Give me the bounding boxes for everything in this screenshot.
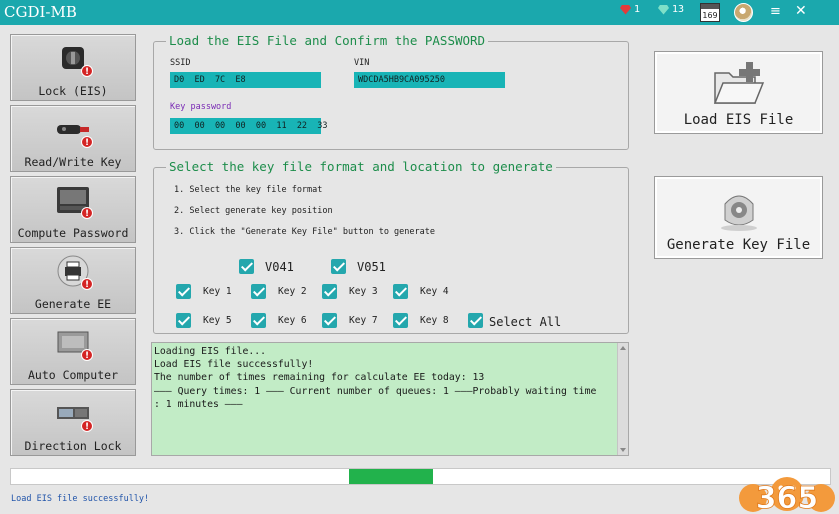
sidebar-item-read-write-key[interactable]: ! Read/Write Key bbox=[10, 105, 136, 172]
step-1: 1. Select the key file format bbox=[174, 185, 323, 195]
ruby-icon bbox=[620, 4, 631, 15]
checkbox-v051[interactable] bbox=[331, 259, 346, 274]
checkbox-key-7[interactable] bbox=[322, 313, 337, 328]
scroll-down-icon[interactable] bbox=[620, 448, 626, 452]
vin-label: VIN bbox=[354, 58, 370, 68]
checkbox-label: Key 8 bbox=[420, 315, 449, 326]
gem-count: 13 bbox=[672, 4, 685, 15]
checkbox-label: Key 2 bbox=[278, 286, 307, 297]
sidebar-item-auto-computer[interactable]: ! Auto Computer bbox=[10, 318, 136, 385]
checkbox-label: Key 6 bbox=[278, 315, 307, 326]
step-2: 2. Select generate key position bbox=[174, 206, 333, 216]
sidebar-item-lock-eis[interactable]: ! Lock (EIS) bbox=[10, 34, 136, 101]
warning-badge: ! bbox=[81, 136, 93, 148]
checkbox-v041[interactable] bbox=[239, 259, 254, 274]
folder-add-icon bbox=[713, 62, 765, 104]
sidebar-item-generate-ee[interactable]: ! Generate EE bbox=[10, 247, 136, 314]
sidebar-item-compute-password[interactable]: ! Compute Password bbox=[10, 176, 136, 243]
status-text: Load EIS file successfully! bbox=[11, 494, 150, 504]
menu-icon[interactable]: ≡ bbox=[770, 4, 781, 19]
warning-badge: ! bbox=[81, 278, 93, 290]
checkbox-key-5[interactable] bbox=[176, 313, 191, 328]
ssid-label: SSID bbox=[170, 58, 191, 68]
warning-badge: ! bbox=[81, 65, 93, 77]
load-eis-file-button[interactable]: Load EIS File bbox=[654, 51, 823, 134]
checkbox-key-4[interactable] bbox=[393, 284, 408, 299]
gem-icon bbox=[658, 4, 669, 15]
warning-badge: ! bbox=[81, 349, 93, 361]
keyfile-group-title: Select the key file format and location … bbox=[166, 159, 556, 174]
checkbox-label: Key 4 bbox=[420, 286, 449, 297]
checkbox-label: V041 bbox=[265, 260, 294, 274]
log-text: Loading EIS file... Load EIS file succes… bbox=[154, 346, 597, 410]
sidebar-item-label: Direction Lock bbox=[24, 439, 122, 453]
calendar-day: 169 bbox=[702, 11, 718, 20]
key-password-label: Key password bbox=[170, 102, 232, 112]
load-eis-file-label: Load EIS File bbox=[683, 112, 794, 128]
generate-key-file-button[interactable]: Generate Key File bbox=[654, 176, 823, 259]
log-panel[interactable]: Loading EIS file... Load EIS file succes… bbox=[151, 342, 629, 456]
keyfile-group: Select the key file format and location … bbox=[153, 159, 629, 334]
warning-badge: ! bbox=[81, 207, 93, 219]
365-logo: 365 bbox=[739, 477, 835, 514]
checkbox-key-1[interactable] bbox=[176, 284, 191, 299]
sidebar-item-label: Lock (EIS) bbox=[38, 84, 108, 98]
progress-bar bbox=[10, 468, 831, 485]
eis-group: Load the EIS File and Confirm the PASSWO… bbox=[153, 33, 629, 150]
progress-indicator bbox=[349, 469, 433, 484]
checkbox-label: Key 5 bbox=[203, 315, 232, 326]
checkbox-key-8[interactable] bbox=[393, 313, 408, 328]
ruby-count: 1 bbox=[634, 4, 641, 15]
checkbox-select-all[interactable] bbox=[468, 313, 483, 328]
checkbox-key-3[interactable] bbox=[322, 284, 337, 299]
app-title: CGDI-MB bbox=[4, 3, 77, 21]
checkbox-label: Key 7 bbox=[349, 315, 378, 326]
calendar-icon[interactable]: 169 bbox=[700, 3, 720, 22]
checkbox-label: Key 3 bbox=[349, 286, 378, 297]
scroll-up-icon[interactable] bbox=[620, 346, 626, 350]
ruby-counter: 1 bbox=[620, 4, 640, 15]
checkbox-label: V051 bbox=[357, 260, 386, 274]
ssid-field[interactable]: D0 ED 7C E8 bbox=[170, 72, 321, 88]
step-3: 3. Click the "Generate Key File" button … bbox=[174, 227, 435, 237]
key-file-icon bbox=[721, 195, 757, 231]
sidebar-item-direction-lock[interactable]: ! Direction Lock bbox=[10, 389, 136, 456]
checkbox-label: Key 1 bbox=[203, 286, 232, 297]
key-password-field[interactable]: 00 00 00 00 00 11 22 33 bbox=[170, 118, 328, 134]
sidebar-item-label: Compute Password bbox=[17, 226, 129, 240]
gem-counter: 13 bbox=[658, 4, 684, 15]
generate-key-file-label: Generate Key File bbox=[666, 237, 811, 253]
sidebar-item-label: Generate EE bbox=[34, 297, 112, 311]
vin-field[interactable]: WDCDA5HB9CA095250 bbox=[354, 72, 505, 88]
coin-icon[interactable] bbox=[734, 3, 753, 22]
warning-badge: ! bbox=[81, 420, 93, 432]
log-scrollbar[interactable] bbox=[617, 343, 628, 455]
checkbox-label: Select All bbox=[489, 315, 562, 329]
title-bar: CGDI-MB 1 13 169 ≡ ✕ bbox=[0, 0, 839, 25]
checkbox-key-6[interactable] bbox=[251, 313, 266, 328]
close-icon[interactable]: ✕ bbox=[795, 3, 807, 19]
eis-group-title: Load the EIS File and Confirm the PASSWO… bbox=[166, 33, 489, 48]
logo-text: 365 bbox=[756, 481, 819, 514]
checkbox-key-2[interactable] bbox=[251, 284, 266, 299]
sidebar-item-label: Auto Computer bbox=[27, 368, 118, 382]
sidebar-item-label: Read/Write Key bbox=[24, 155, 122, 169]
